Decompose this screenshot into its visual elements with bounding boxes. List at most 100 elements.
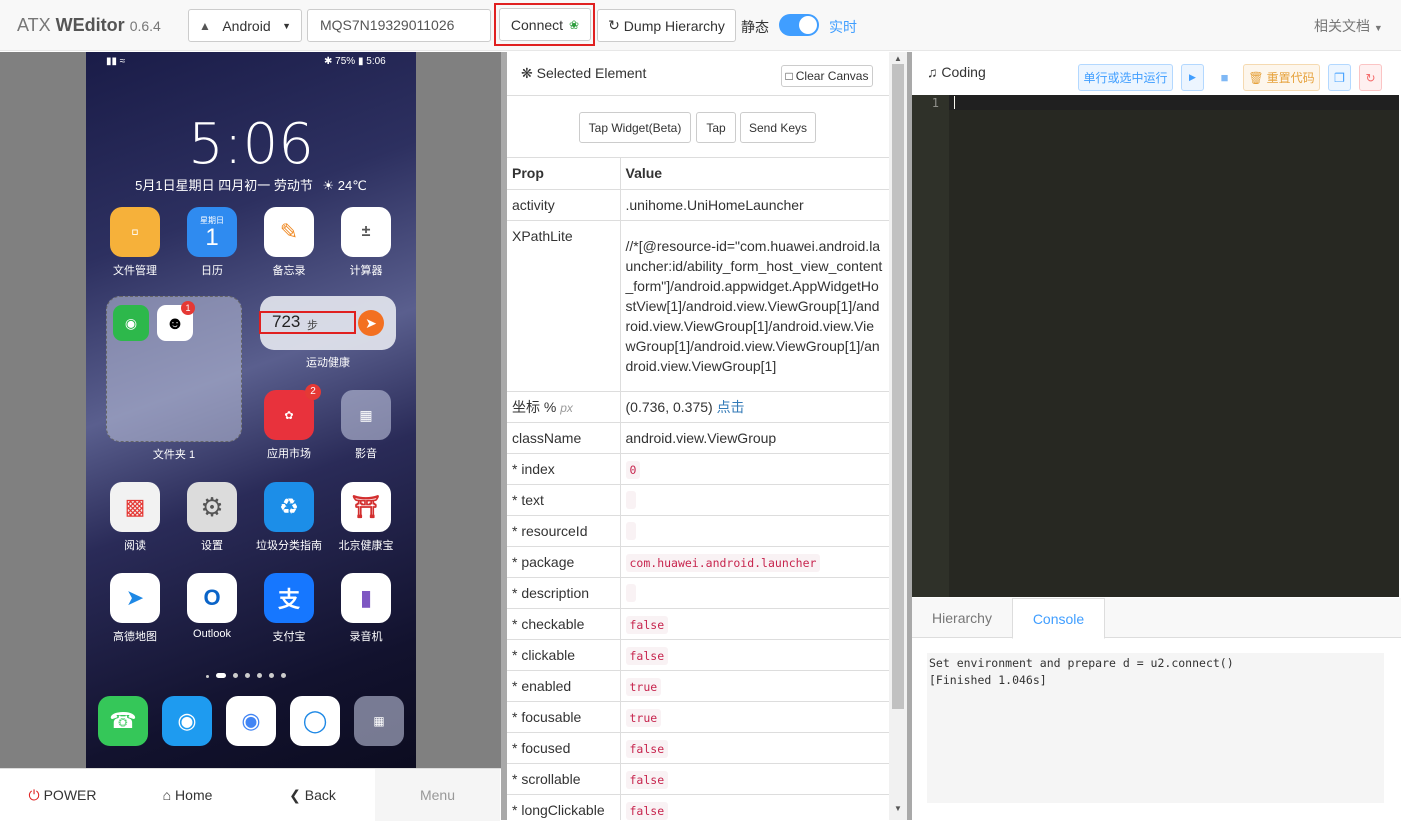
- prop-value: [620, 577, 889, 609]
- app-recorder[interactable]: ▮ 录音机: [326, 573, 406, 644]
- static-label: 静态: [741, 19, 769, 35]
- music-note-icon: ♫: [927, 64, 938, 80]
- page-dot: [206, 675, 209, 678]
- selected-element-header: ❋ Selected Element □ Clear Canvas: [507, 52, 889, 96]
- platform-select[interactable]: ▲ Android ▼: [188, 9, 302, 42]
- scrollbar-thumb[interactable]: [892, 64, 904, 709]
- prop-key: * enabled: [507, 670, 621, 702]
- app-label: 影音: [355, 448, 377, 460]
- prop-key: XPathLite: [507, 220, 621, 392]
- app-market[interactable]: ✿ 应用市场 2: [249, 384, 329, 461]
- app-file-manager[interactable]: ▫ 文件管理: [95, 207, 175, 278]
- docs-dropdown[interactable]: 相关文档 ▼: [1314, 16, 1383, 36]
- coding-header: ♫ Coding 单行或选中运行 ▶ ■ 🗑 重置代码 ❐ ↻: [912, 52, 1401, 95]
- play-icon[interactable]: ▶: [1181, 64, 1204, 91]
- dump-hierarchy-button[interactable]: ↻ Dump Hierarchy: [597, 9, 736, 42]
- calendar-icon: 星期日 1: [187, 207, 237, 257]
- page-dot: [269, 673, 274, 678]
- phone-icon: ☎: [98, 696, 148, 746]
- back-button[interactable]: ❮ Back: [250, 769, 375, 821]
- prop-key: * resourceId: [507, 515, 621, 547]
- realtime-toggle[interactable]: [779, 14, 819, 36]
- app-calendar[interactable]: 星期日 1 日历: [172, 207, 252, 278]
- reload-icon[interactable]: ↻: [1359, 64, 1382, 91]
- menu-button[interactable]: Menu: [375, 769, 500, 821]
- tab-hierarchy[interactable]: Hierarchy: [912, 598, 1012, 638]
- app-reader[interactable]: ▩ 阅读: [95, 482, 175, 553]
- checkbox-icon: □: [785, 69, 793, 83]
- app-label: 垃圾分类指南: [256, 540, 322, 552]
- active-line: [949, 95, 1399, 110]
- properties-table: Prop Value activity .unihome.UniHomeLaunc…: [507, 158, 889, 820]
- power-label: POWER: [43, 787, 97, 803]
- prop-value: false: [620, 639, 889, 671]
- tap-widget-button[interactable]: Tap Widget(Beta): [579, 112, 691, 143]
- tap-button[interactable]: Tap: [696, 112, 736, 143]
- home-button[interactable]: ⌂ Home: [125, 769, 250, 821]
- run-selected-button[interactable]: 单行或选中运行: [1078, 64, 1173, 91]
- clear-canvas-button[interactable]: □ Clear Canvas: [781, 65, 873, 87]
- app-amap[interactable]: ➤ 高德地图: [95, 573, 175, 644]
- page-dot: [233, 673, 238, 678]
- line-number: 1: [931, 96, 939, 110]
- text-cursor: [954, 96, 955, 109]
- home-folder[interactable]: ◉ ☻ 1: [106, 296, 242, 442]
- app-video-folder[interactable]: ▦ 影音: [326, 390, 406, 461]
- console-output: Set environment and prepare d = u2.conne…: [927, 653, 1384, 803]
- power-button[interactable]: ⏻ POWER: [0, 769, 125, 821]
- connect-button[interactable]: Connect ❀: [499, 8, 591, 41]
- selected-title: ❋ Selected Element: [521, 65, 646, 82]
- send-keys-button[interactable]: Send Keys: [740, 112, 816, 143]
- prop-key: * description: [507, 577, 621, 609]
- app-calculator[interactable]: ± 计算器: [326, 207, 406, 278]
- qq-badge: 1: [181, 301, 195, 315]
- battery-level: 75%: [335, 56, 356, 67]
- app-label: 高德地图: [113, 631, 157, 643]
- power-icon: ⏻: [28, 786, 40, 803]
- device-screen[interactable]: ▮▮ ≈ ✱ 75% ▮ 5:06 5:06 5月1日星期日 四月初一 劳动节 …: [86, 52, 416, 768]
- code-editor[interactable]: 1: [912, 95, 1399, 597]
- copy-icon[interactable]: ❐: [1328, 64, 1351, 91]
- app-outlook[interactable]: O Outlook: [172, 573, 252, 640]
- reset-code-label: 重置代码: [1266, 71, 1315, 85]
- prop-value: [620, 515, 889, 547]
- table-row: * clickable false: [507, 639, 889, 671]
- prop-value: false: [620, 794, 889, 820]
- app-label: 北京健康宝: [338, 540, 394, 552]
- serial-input[interactable]: MQS7N19329011026: [307, 9, 491, 42]
- console-line: Set environment and prepare d = u2.conne…: [929, 656, 1234, 670]
- tab-console[interactable]: Console: [1012, 598, 1105, 639]
- app-notes[interactable]: ✎ 备忘录: [249, 207, 329, 278]
- app-garbage-guide[interactable]: ♻ 垃圾分类指南: [249, 482, 329, 553]
- value-header: Value: [620, 158, 889, 190]
- app-beijing-health[interactable]: ⛩ 北京健康宝: [326, 482, 406, 553]
- properties-scrollbar[interactable]: ▲ ▼: [889, 52, 907, 820]
- date-text: 5月1日星期日 四月初一 劳动节: [135, 178, 313, 193]
- coord-click-link[interactable]: 点击: [717, 399, 745, 415]
- weather-temp: 24℃: [337, 178, 367, 193]
- page-dot: [257, 673, 262, 678]
- status-right: ✱ 75% ▮ 5:06: [324, 56, 386, 67]
- dock-folder[interactable]: ▦: [339, 696, 416, 746]
- chevron-left-icon: ❮: [289, 786, 301, 803]
- reset-code-button[interactable]: 🗑 重置代码: [1243, 64, 1320, 91]
- device-nav: ⏻ POWER ⌂ Home ❮ Back Menu: [0, 768, 501, 821]
- prop-key: * package: [507, 546, 621, 578]
- chrome-icon: ◉: [226, 696, 276, 746]
- table-row: 坐标 % px (0.736, 0.375) 点击: [507, 391, 889, 423]
- scroll-up-icon[interactable]: ▲: [894, 54, 902, 63]
- app-label: 设置: [201, 540, 223, 552]
- bool-value: false: [625, 770, 669, 789]
- app-label: 支付宝: [272, 631, 306, 643]
- empty-value: [625, 490, 636, 509]
- table-row: * description: [507, 577, 889, 609]
- scroll-down-icon[interactable]: ▼: [894, 804, 902, 813]
- stop-icon[interactable]: ■: [1214, 64, 1235, 91]
- battery-icon: ▮: [357, 56, 364, 67]
- date-line: 5月1日星期日 四月初一 劳动节 ☀ 24℃: [86, 175, 416, 194]
- app-alipay[interactable]: 支 支付宝: [249, 573, 329, 644]
- app-settings[interactable]: ⚙ 设置: [172, 482, 252, 553]
- console-line: [Finished 1.046s]: [929, 673, 1047, 687]
- clear-canvas-label: Clear Canvas: [795, 69, 869, 83]
- market-badge: 2: [305, 384, 321, 400]
